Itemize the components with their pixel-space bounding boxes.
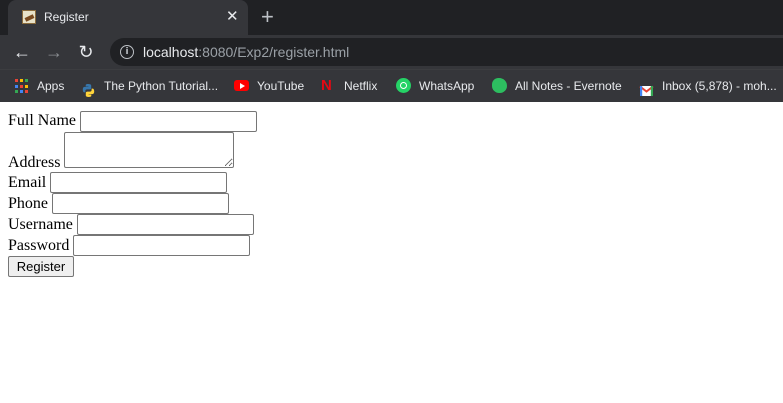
url-path: :8080/Exp2/register.html	[198, 44, 350, 60]
reload-icon[interactable]: ↻	[74, 35, 98, 69]
tab-strip: Register ✕ +	[0, 0, 783, 35]
close-tab-icon[interactable]: ✕	[226, 7, 239, 27]
register-page: Full Name Address Email Phone Username P…	[0, 102, 783, 403]
username-label: Username	[8, 216, 73, 233]
bookmark-label: The Python Tutorial...	[104, 79, 219, 93]
url-host: localhost	[143, 44, 199, 60]
bookmark-label: YouTube	[257, 79, 305, 93]
browser-toolbar: ← → ↻ i localhost:8080/Exp2/register.htm…	[0, 35, 783, 69]
address-bar[interactable]: i localhost:8080/Exp2/register.html	[110, 38, 783, 66]
address-url[interactable]: localhost:8080/Exp2/register.html	[143, 44, 349, 60]
phone-label: Phone	[8, 195, 48, 212]
email-label: Email	[8, 174, 47, 191]
password-input[interactable]	[73, 235, 250, 256]
username-input[interactable]	[77, 214, 254, 235]
evernote-icon	[492, 78, 507, 93]
python-icon	[81, 78, 96, 97]
browser-chrome: Register ✕ + ← → ↻ i localhost:8080/Exp2…	[0, 0, 783, 102]
apps-grid-icon	[14, 78, 31, 95]
page-favicon-icon	[22, 10, 36, 24]
address-label: Address	[8, 154, 61, 171]
forward-arrow-icon[interactable]: →	[42, 35, 66, 69]
bookmark-label: Netflix	[344, 79, 378, 93]
bookmark-label: WhatsApp	[419, 79, 475, 93]
netflix-icon: N	[321, 77, 332, 94]
whatsapp-icon	[396, 78, 411, 93]
full-name-label: Full Name	[8, 112, 76, 129]
bookmark-label: Inbox (5,878) - moh...	[662, 79, 777, 93]
new-tab-icon[interactable]: +	[261, 4, 274, 30]
full-name-input[interactable]	[80, 111, 257, 132]
address-textarea[interactable]	[64, 132, 234, 168]
site-info-icon[interactable]: i	[120, 45, 134, 59]
phone-input[interactable]	[52, 193, 229, 214]
bookmark-label: Apps	[37, 79, 65, 93]
back-arrow-icon[interactable]: ←	[10, 35, 34, 69]
password-label: Password	[8, 237, 70, 254]
youtube-icon	[234, 80, 249, 91]
bookmark-label: All Notes - Evernote	[515, 79, 622, 93]
email-input[interactable]	[50, 172, 227, 193]
gmail-icon	[639, 78, 654, 96]
bookmarks-bar: Apps The Python Tutorial... YouTube N Ne…	[0, 69, 783, 102]
register-button[interactable]: Register	[8, 256, 74, 277]
tab-register[interactable]: Register ✕	[8, 0, 248, 35]
tab-title: Register	[44, 10, 89, 24]
